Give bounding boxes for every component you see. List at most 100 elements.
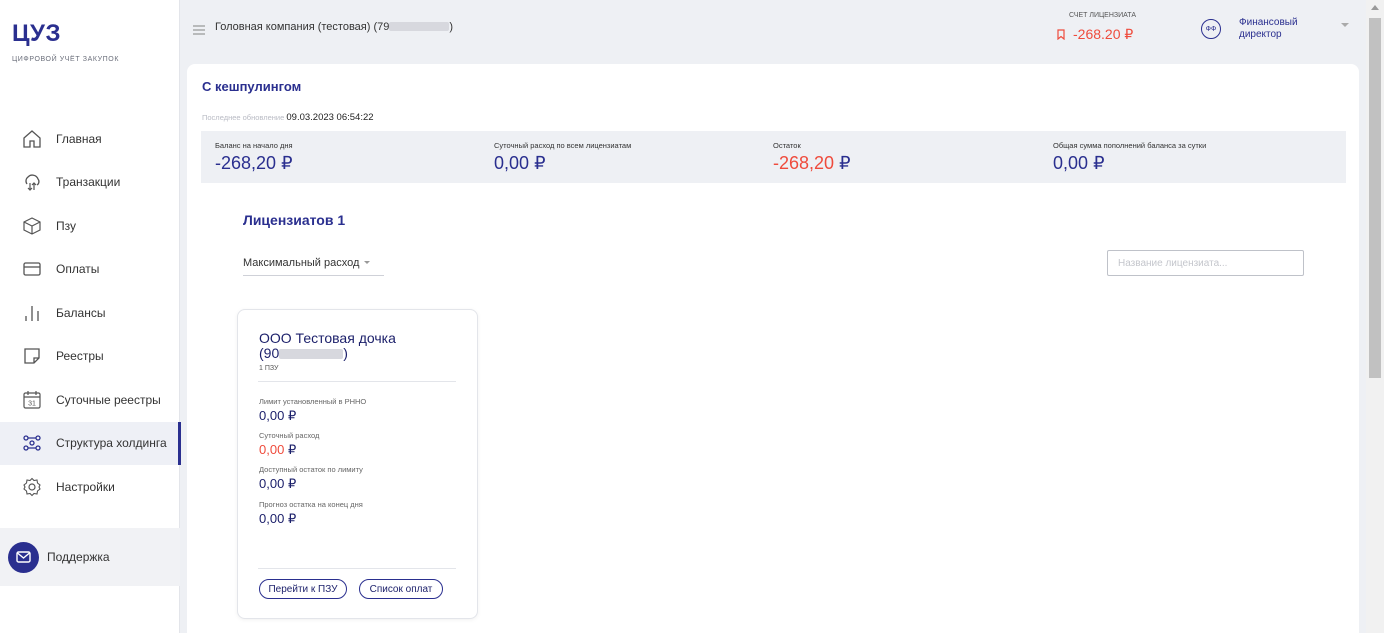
sidebar-item-settings[interactable]: Настройки (0, 465, 180, 509)
sidebar-item-payments[interactable]: Оплаты (0, 248, 180, 292)
sort-dropdown[interactable]: Максимальный расход (243, 250, 384, 276)
bookmark-icon (1057, 27, 1065, 43)
app-tagline: цифровой учёт закупок (12, 56, 120, 63)
company-name-suffix: ) (449, 21, 454, 33)
stat-value: 0,00 ₽ (1053, 153, 1206, 174)
stat-label: Общая сумма пополнений баланса за сутки (1053, 141, 1207, 150)
sort-label: Максимальный расход (243, 256, 360, 269)
company-name: Головная компания (тестовая) (79 (215, 21, 390, 33)
licensee-name: ООО Тестовая дочка (90) (259, 330, 459, 362)
field-daily-spend: Суточный расход 0,00 ₽ (259, 431, 319, 458)
stats-bar: Баланс на начало дня -268,20 ₽ Суточный … (201, 131, 1346, 183)
stat-topups: Общая сумма пополнений баланса за сутки … (1053, 141, 1206, 174)
sidebar: ЦУЗ цифровой учёт закупок Главная Транза… (0, 0, 181, 633)
field-amount: 0,00 (259, 511, 285, 526)
field-currency: ₽ (287, 408, 297, 423)
sidebar-item-registries[interactable]: Реестры (0, 335, 180, 379)
field-available: Доступный остаток по лимиту 0,00 ₽ (259, 465, 363, 492)
sidebar-item-daily-registries[interactable]: 31 Суточные реестры (0, 378, 180, 422)
stat-currency: ₽ (281, 153, 293, 173)
company-selector[interactable]: Головная компания (тестовая) (79) (215, 21, 453, 33)
stat-currency: ₽ (534, 153, 546, 173)
calendar-icon: 31 (22, 390, 42, 410)
support-link[interactable]: Поддержка (0, 528, 180, 586)
stat-amount: 0,00 (1053, 153, 1089, 173)
last-updated-value: 09.03.2023 06:54:22 (286, 112, 374, 123)
transactions-icon (22, 172, 42, 192)
licensee-card: ООО Тестовая дочка (90) 1 ПЗУ Лимит уста… (237, 309, 478, 619)
last-updated-label: Последнее обновление (202, 113, 285, 122)
stat-value: 0,00 ₽ (494, 153, 631, 174)
sidebar-item-pzu[interactable]: Пзу (0, 204, 180, 248)
stat-amount: 0,00 (494, 153, 530, 173)
page-title: С кешпулингом (202, 79, 302, 94)
licensee-inn-prefix: (90 (259, 345, 280, 362)
sidebar-item-transactions[interactable]: Транзакции (0, 161, 180, 205)
stat-label: Остаток (773, 141, 801, 150)
field-label: Суточный расход (259, 431, 320, 440)
account-label: СЧЕТ ЛИЦЕНЗИАТА (1069, 12, 1136, 19)
sidebar-item-balances[interactable]: Балансы (0, 291, 180, 335)
sidebar-item-label: Структура холдинга (56, 436, 167, 451)
sidebar-item-home[interactable]: Главная (0, 117, 180, 161)
stat-currency: ₽ (839, 153, 851, 173)
licensees-title: Лицензиатов 1 (243, 212, 346, 228)
field-value: 0,00 ₽ (259, 511, 363, 527)
search-input[interactable] (1118, 257, 1278, 269)
redacted-phone (389, 21, 450, 31)
sidebar-item-label: Главная (56, 131, 102, 146)
stat-value: -268,20 ₽ (773, 153, 851, 174)
divider (258, 381, 456, 382)
sidebar-item-label: Реестры (56, 349, 104, 364)
payments-list-button[interactable]: Список оплат (359, 579, 443, 599)
licensee-search[interactable] (1107, 250, 1304, 276)
chevron-down-icon (364, 261, 371, 264)
field-value: 0,00 ₽ (259, 442, 319, 458)
licensee-inn: (90) (259, 346, 459, 361)
field-currency: ₽ (287, 511, 297, 526)
stat-remainder: Остаток -268,20 ₽ (773, 141, 851, 174)
box-icon (22, 216, 42, 236)
hierarchy-icon (22, 433, 42, 453)
menu-icon[interactable] (193, 22, 205, 40)
gear-icon (22, 477, 42, 497)
scrollbar-thumb[interactable] (1369, 18, 1381, 378)
main-panel: С кешпулингом Последнее обновление 09.03… (187, 64, 1359, 633)
field-label: Лимит установленный в РННО (259, 397, 367, 406)
sidebar-nav: Главная Транзакции Пзу Оплаты Балансы Ре… (0, 117, 181, 509)
stat-label: Суточный расход по всем лицензиатам (494, 141, 632, 150)
sidebar-item-holding-structure[interactable]: Структура холдинга (0, 421, 181, 465)
sidebar-item-label: Суточные реестры (56, 392, 161, 407)
field-currency: ₽ (287, 476, 297, 491)
licensee-inn-suffix: ) (343, 345, 348, 362)
account-balance: -268.20 ₽ (1057, 26, 1133, 43)
user-avatar[interactable]: ФФ (1201, 19, 1221, 39)
sidebar-item-label: Балансы (56, 305, 106, 320)
scrollbar[interactable] (1366, 0, 1384, 633)
sidebar-item-label: Транзакции (56, 175, 121, 190)
field-amount: 0,00 (259, 442, 285, 457)
go-to-pzu-button[interactable]: Перейти к ПЗУ (259, 579, 347, 599)
scroll-up-icon[interactable] (1371, 5, 1379, 10)
stat-daily-spend: Суточный расход по всем лицензиатам 0,00… (494, 141, 631, 174)
divider (258, 568, 456, 569)
home-icon (22, 129, 42, 149)
stat-currency: ₽ (1093, 153, 1105, 173)
field-currency: ₽ (287, 442, 297, 457)
user-role[interactable]: Финансовый директор (1239, 17, 1329, 40)
field-amount: 0,00 (259, 408, 285, 423)
top-header: Головная компания (тестовая) (79) СЧЕТ Л… (181, 0, 1366, 58)
field-value: 0,00 ₽ (259, 476, 363, 492)
mail-icon[interactable] (8, 541, 39, 573)
sidebar-item-label: Оплаты (56, 262, 100, 277)
field-forecast: Прогноз остатка на конец дня 0,00 ₽ (259, 500, 363, 527)
licensee-pzu-count: 1 ПЗУ (259, 365, 279, 372)
app-logo[interactable]: ЦУЗ (12, 20, 61, 48)
field-value: 0,00 ₽ (259, 408, 366, 424)
sidebar-item-label: Настройки (56, 479, 115, 494)
field-label: Прогноз остатка на конец дня (259, 500, 363, 509)
licensee-name-line: ООО Тестовая дочка (259, 330, 396, 346)
chevron-down-icon[interactable] (1341, 23, 1349, 27)
account-balance-value: -268.20 ₽ (1073, 26, 1134, 42)
field-label: Доступный остаток по лимиту (259, 465, 363, 474)
